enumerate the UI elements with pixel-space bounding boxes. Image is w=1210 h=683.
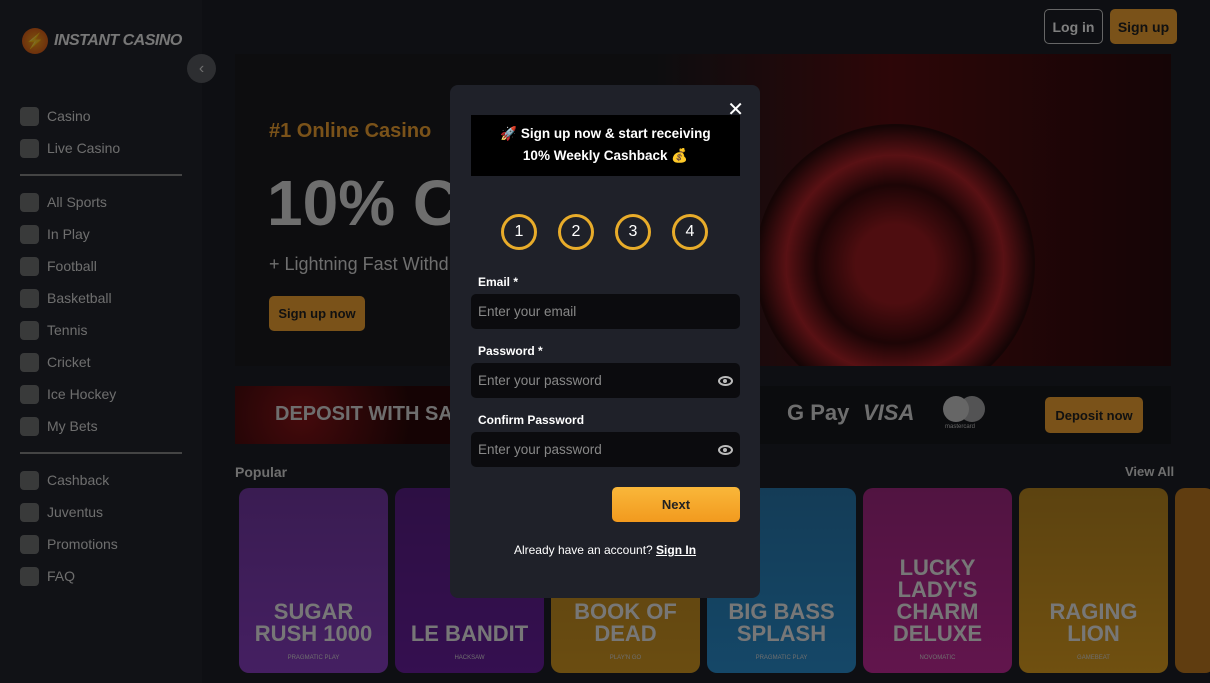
confirm-password-field-wrapper (471, 432, 740, 467)
step-3: 3 (615, 214, 651, 250)
signin-prompt: Already have an account? Sign In (450, 543, 760, 557)
already-text: Already have an account? (513, 543, 653, 557)
confirm-password-label: Confirm Password (478, 413, 585, 427)
signin-link[interactable]: Sign In (656, 543, 696, 557)
step-indicator: 1 2 3 4 (501, 214, 708, 250)
password-field-wrapper (471, 363, 740, 398)
next-button[interactable]: Next (612, 487, 740, 522)
step-1: 1 (501, 214, 537, 250)
step-4: 4 (672, 214, 708, 250)
eye-icon[interactable] (718, 444, 733, 455)
promo-line-2: 10% Weekly Cashback 💰 (522, 148, 689, 163)
password-label: Password * (478, 344, 543, 358)
step-2: 2 (558, 214, 594, 250)
promo-line-1: 🚀 Sign up now & start receiving (500, 126, 711, 141)
email-field[interactable] (478, 304, 733, 319)
email-label: Email * (478, 275, 519, 289)
eye-icon[interactable] (718, 375, 733, 386)
email-field-wrapper (471, 294, 740, 329)
confirm-password-field[interactable] (478, 442, 718, 457)
password-field[interactable] (478, 373, 718, 388)
signup-modal: ✕ 🚀 Sign up now & start receiving 10% We… (450, 85, 760, 598)
promo-banner: 🚀 Sign up now & start receiving 10% Week… (471, 115, 740, 176)
